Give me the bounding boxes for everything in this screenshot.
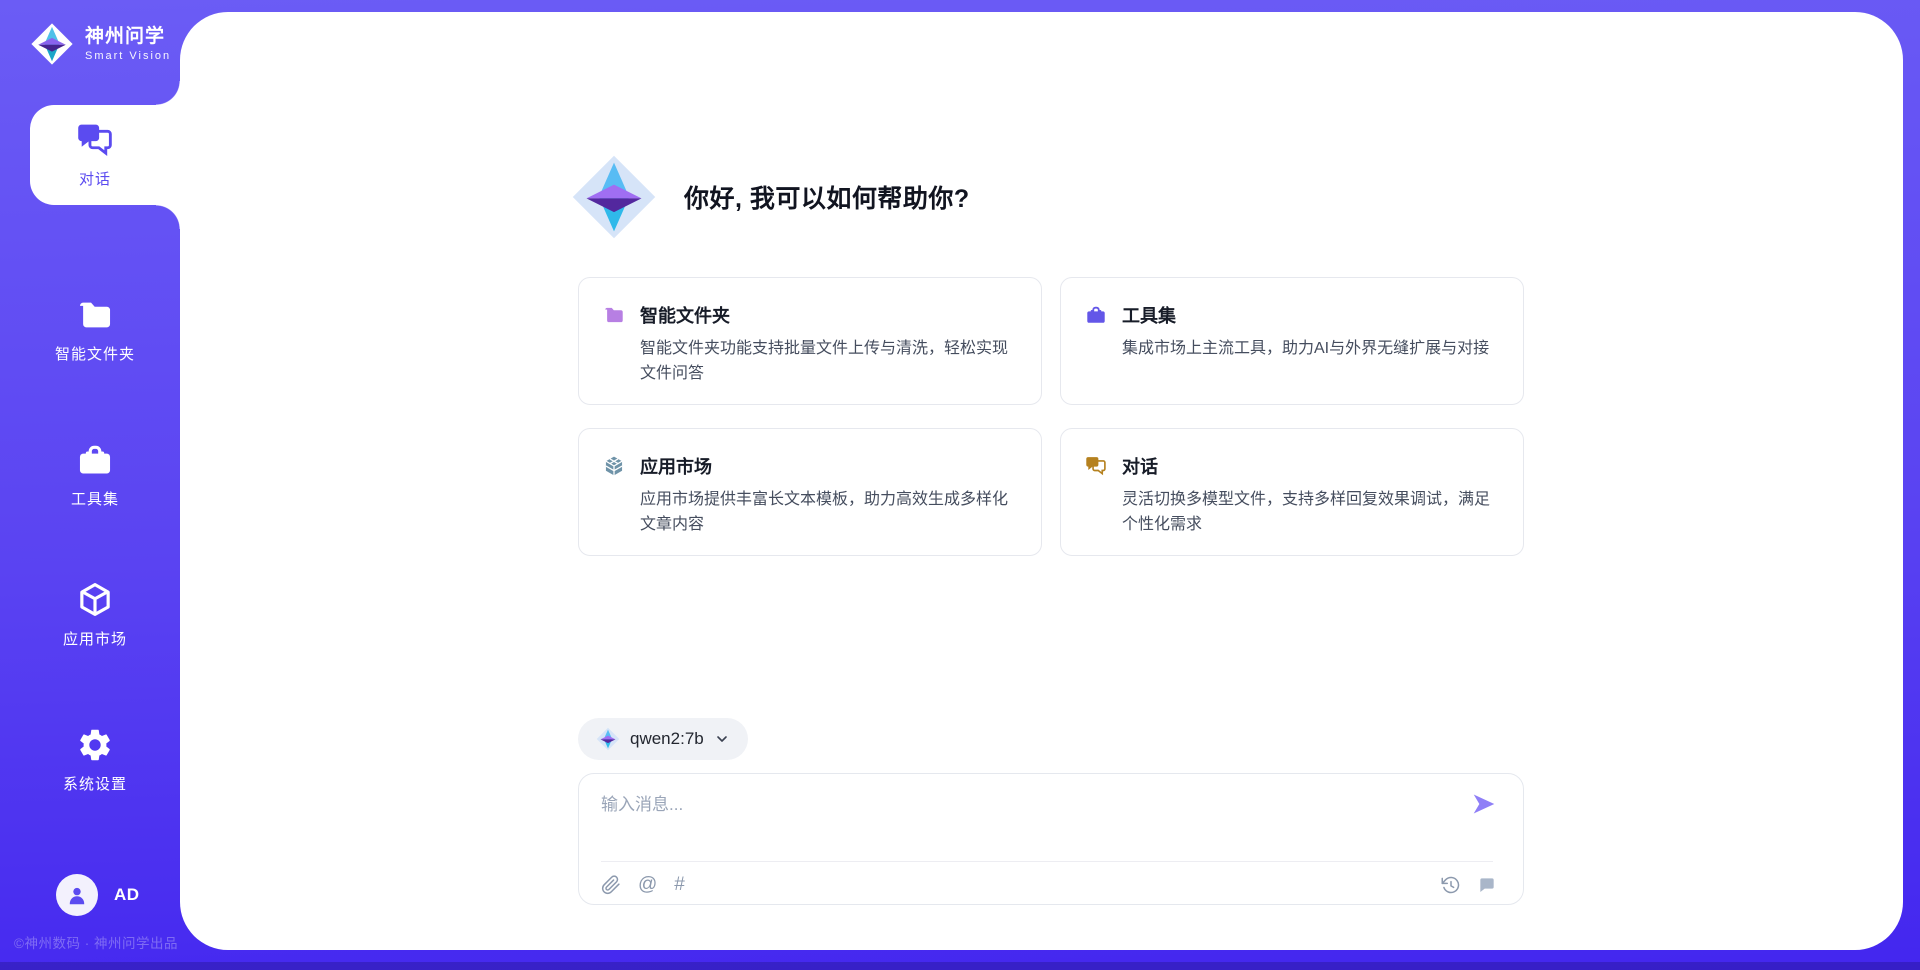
card-chat[interactable]: 对话 灵活切换多模型文件，支持多样回复效果调试，满足个性化需求 — [1060, 428, 1524, 556]
model-name: qwen2:7b — [630, 729, 704, 749]
active-tab-fillet-bottom — [156, 205, 180, 229]
sidebar: 神州问学 Smart Vision 对话 智能文件夹 工具集 应用市场 系统设置… — [0, 0, 180, 970]
sidebar-item-label: 应用市场 — [63, 628, 127, 649]
send-icon[interactable] — [1471, 791, 1497, 817]
model-selector[interactable]: qwen2:7b — [578, 718, 748, 760]
sidebar-item-label: 工具集 — [71, 488, 119, 509]
person-icon — [65, 883, 89, 907]
feature-cards: 智能文件夹 智能文件夹功能支持批量文件上传与清洗，轻松实现文件问答 工具集 集成… — [578, 277, 1524, 556]
greeting: 你好, 我可以如何帮助你? — [570, 153, 970, 241]
main-panel: 你好, 我可以如何帮助你? 智能文件夹 智能文件夹功能支持批量文件上传与清洗，轻… — [180, 12, 1903, 950]
toolbox-icon — [76, 441, 114, 479]
brand-name: 神州问学 — [85, 26, 171, 49]
avatar — [56, 874, 98, 916]
chat-bubbles-icon — [76, 121, 114, 159]
brand: 神州问学 Smart Vision — [30, 22, 171, 66]
history-icon[interactable] — [1441, 875, 1461, 895]
greeting-text: 你好, 我可以如何帮助你? — [684, 179, 970, 215]
card-title: 智能文件夹 — [640, 302, 730, 328]
card-title: 对话 — [1122, 453, 1158, 479]
hash-icon[interactable]: # — [674, 875, 685, 895]
diamond-logo-icon — [596, 727, 620, 751]
sidebar-item-label: 系统设置 — [63, 773, 127, 794]
card-smart-folder[interactable]: 智能文件夹 智能文件夹功能支持批量文件上传与清洗，轻松实现文件问答 — [578, 277, 1042, 405]
card-description: 应用市场提供丰富长文本模板，助力高效生成多样化文章内容 — [640, 488, 1017, 538]
greeting-logo-icon — [570, 153, 658, 241]
sidebar-item-toolset[interactable]: 工具集 — [0, 425, 190, 525]
paperclip-icon[interactable] — [601, 875, 621, 895]
cube-icon — [76, 581, 114, 619]
chat-bubbles-icon — [1085, 455, 1107, 477]
sidebar-item-chat[interactable]: 对话 — [0, 105, 190, 205]
folder-icon — [76, 296, 114, 334]
message-composer: @ # — [578, 773, 1524, 905]
message-input[interactable] — [601, 790, 1441, 820]
card-title: 工具集 — [1122, 302, 1176, 328]
brand-logo-icon — [30, 22, 74, 66]
card-description: 智能文件夹功能支持批量文件上传与清洗，轻松实现文件问答 — [640, 337, 1017, 387]
sidebar-item-smart-folder[interactable]: 智能文件夹 — [0, 280, 190, 380]
chevron-down-icon — [714, 731, 730, 747]
card-title: 应用市场 — [640, 453, 712, 479]
user-account[interactable]: AD — [56, 874, 140, 916]
sidebar-item-label: 智能文件夹 — [55, 343, 135, 364]
sidebar-item-app-market[interactable]: 应用市场 — [0, 565, 190, 665]
card-app-market[interactable]: 应用市场 应用市场提供丰富长文本模板，助力高效生成多样化文章内容 — [578, 428, 1042, 556]
at-sign-icon[interactable]: @ — [638, 875, 657, 895]
card-toolset[interactable]: 工具集 集成市场上主流工具，助力AI与外界无缝扩展与对接 — [1060, 277, 1524, 405]
user-initials: AD — [114, 885, 140, 905]
folder-icon — [603, 304, 625, 326]
active-tab-fillet-top — [156, 81, 180, 105]
sidebar-item-label: 对话 — [79, 168, 111, 189]
bottom-edge-strip — [0, 962, 1920, 970]
gear-icon — [76, 726, 114, 764]
toolbox-icon — [1085, 304, 1107, 326]
sidebar-footer: ©神州数码 · 神州问学出品 — [14, 932, 178, 952]
chat-bubble-icon[interactable] — [1477, 875, 1497, 895]
composer-divider — [601, 861, 1493, 862]
card-description: 集成市场上主流工具，助力AI与外界无缝扩展与对接 — [1122, 337, 1499, 362]
card-description: 灵活切换多模型文件，支持多样回复效果调试，满足个性化需求 — [1122, 488, 1499, 538]
brand-subtitle: Smart Vision — [85, 50, 171, 62]
grid-cube-icon — [603, 455, 625, 477]
sidebar-item-settings[interactable]: 系统设置 — [0, 710, 190, 810]
